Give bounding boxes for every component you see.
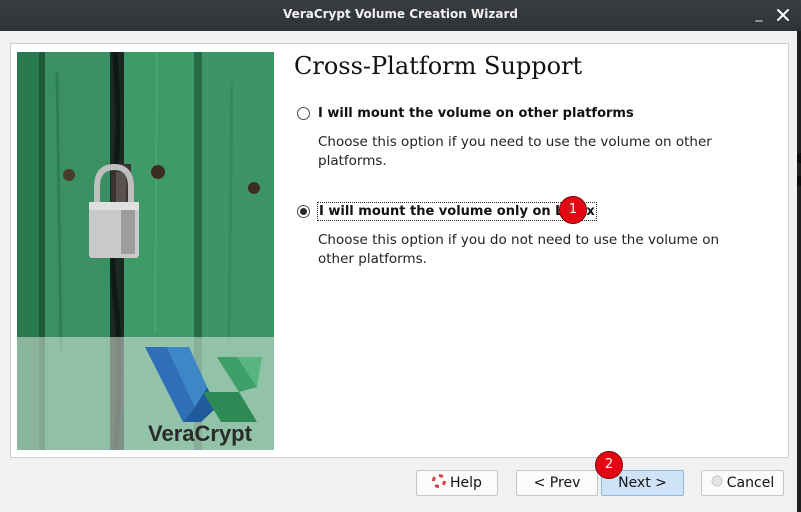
- close-button[interactable]: [775, 7, 791, 23]
- radio-linux-only[interactable]: [297, 204, 310, 218]
- window-title: VeraCrypt Volume Creation Wizard: [283, 7, 518, 21]
- lifebuoy-icon: [432, 474, 447, 492]
- prev-button-label: < Prev: [533, 475, 581, 491]
- next-button-label: Next >: [618, 475, 667, 491]
- option-description-other-platforms: Choose this option if you need to use th…: [318, 134, 712, 169]
- prev-button[interactable]: < Prev: [516, 470, 598, 496]
- cancel-icon: [711, 475, 723, 491]
- radio-other-platforms[interactable]: [297, 106, 310, 120]
- option-label-other-platforms[interactable]: I will mount the volume on other platfor…: [317, 105, 635, 122]
- option-description-linux-only: Choose this option if you do not need to…: [318, 232, 720, 267]
- annotation-marker: 2: [595, 451, 623, 479]
- wizard-window: VeraCrypt Volume Creation Wizard _ VeraC…: [0, 0, 801, 512]
- cancel-button-label: Cancel: [726, 475, 775, 491]
- background-edge-mark: [797, 153, 801, 163]
- annotation-marker: 1: [559, 196, 587, 224]
- help-button[interactable]: Help: [416, 470, 498, 496]
- close-icon: [777, 9, 789, 21]
- option-linux-only[interactable]: I will mount the volume only on Linux: [297, 201, 597, 221]
- door-illustration: [17, 52, 274, 450]
- minimize-button[interactable]: _: [751, 7, 767, 23]
- option-label-linux-only[interactable]: I will mount the volume only on Linux: [317, 201, 597, 221]
- padlock-on-green-door-image: [17, 52, 274, 450]
- veracrypt-logo-text: VeraCrypt: [148, 421, 252, 446]
- help-button-label: Help: [450, 475, 482, 491]
- option-other-platforms[interactable]: I will mount the volume on other platfor…: [297, 103, 635, 123]
- cancel-button[interactable]: Cancel: [701, 470, 784, 496]
- page-title: Cross-Platform Support: [294, 52, 583, 80]
- title-bar[interactable]: VeraCrypt Volume Creation Wizard _: [0, 0, 801, 31]
- background-window-edge: [797, 31, 801, 512]
- background-edge-mark: [797, 176, 801, 186]
